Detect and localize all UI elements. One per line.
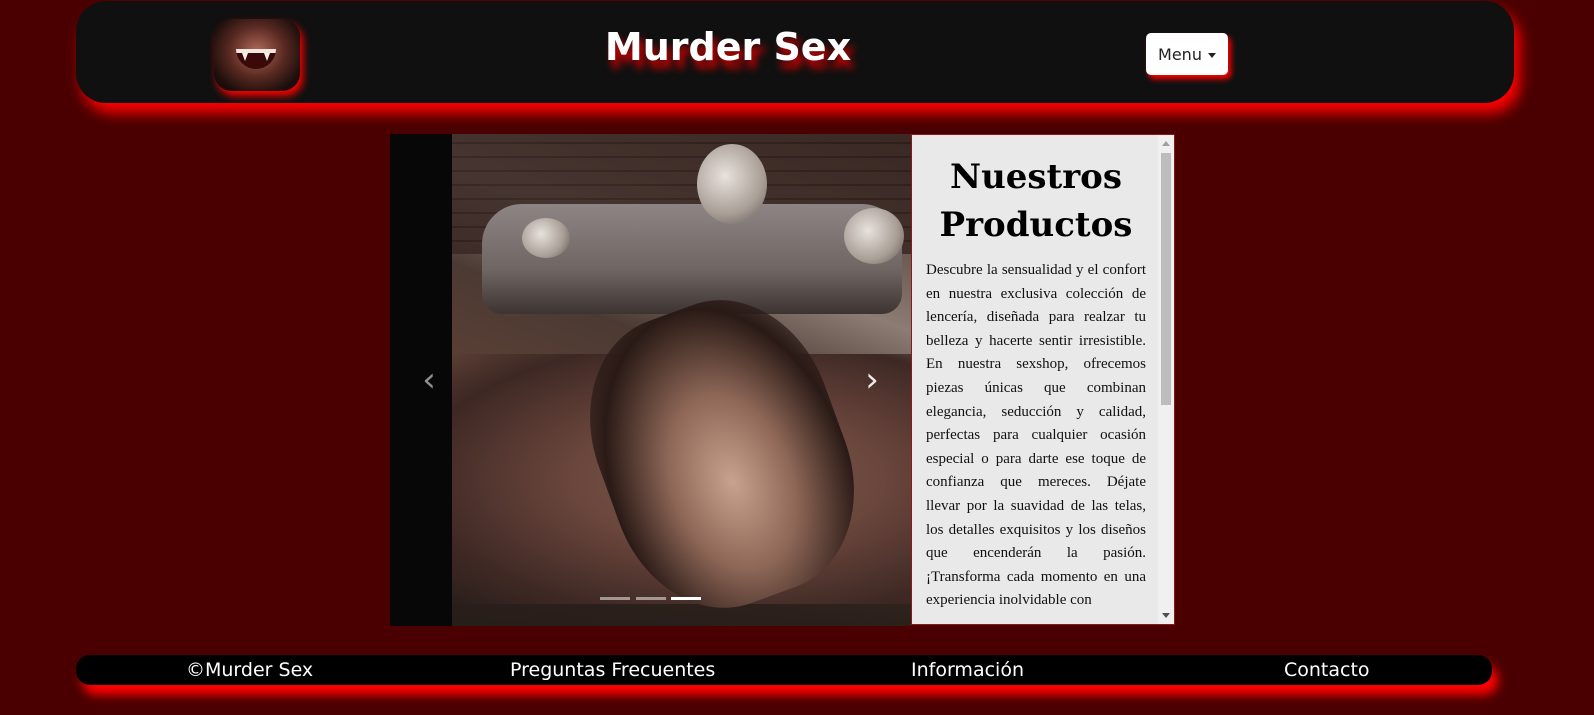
footer-link-contact[interactable]: Contacto — [1284, 658, 1370, 682]
image-carousel: ‹ › — [390, 134, 911, 626]
menu-button-label: Menu — [1158, 44, 1202, 64]
carousel-indicator[interactable] — [636, 597, 666, 600]
scroll-up-arrow-icon[interactable] — [1162, 141, 1170, 146]
carousel-indicator[interactable] — [600, 597, 630, 600]
carousel-prev-button[interactable]: ‹ — [414, 360, 444, 400]
products-description: Descubre la sensualidad y el confort en … — [926, 262, 1146, 609]
skull-left — [522, 218, 570, 258]
products-content: Nuestros Productos Descubre la sensualid… — [926, 135, 1146, 613]
footer-copyright: ©Murder Sex — [186, 659, 314, 681]
skull-right — [844, 208, 904, 264]
chevron-left-icon: ‹ — [422, 360, 436, 400]
menu-dropdown-button[interactable]: Menu — [1146, 33, 1228, 75]
carousel-indicator-active[interactable] — [671, 597, 701, 600]
carousel-next-button[interactable]: › — [857, 360, 887, 400]
caret-down-icon — [1207, 52, 1216, 58]
animal-skull — [697, 144, 767, 224]
carousel-slide-image — [452, 134, 911, 626]
site-footer: ©Murder Sex Preguntas Frecuentes Informa… — [76, 655, 1492, 685]
chevron-right-icon: › — [865, 360, 879, 400]
products-heading: Nuestros Productos — [939, 157, 1133, 245]
site-header: Murder Sex Menu — [76, 1, 1514, 103]
scroll-down-arrow-icon[interactable] — [1162, 613, 1170, 618]
products-scrollbar[interactable] — [1158, 135, 1174, 624]
products-panel[interactable]: Nuestros Productos Descubre la sensualid… — [911, 134, 1175, 625]
footer-link-info[interactable]: Información — [911, 658, 1024, 682]
scrollbar-thumb[interactable] — [1161, 153, 1171, 405]
carousel-indicators — [600, 595, 710, 603]
footer-link-faq[interactable]: Preguntas Frecuentes — [510, 658, 715, 682]
